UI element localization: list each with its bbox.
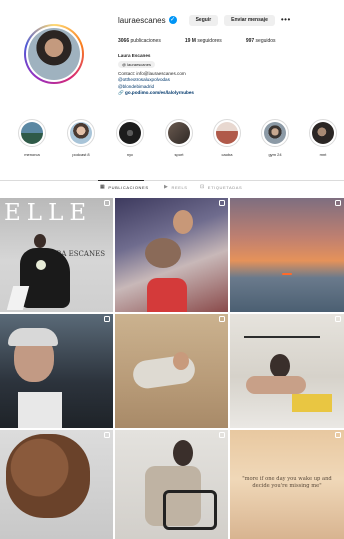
post-tile[interactable] xyxy=(115,314,228,428)
reel-icon xyxy=(335,200,341,206)
tagged-icon: ⊡ xyxy=(200,184,205,190)
bio-link[interactable]: 🔗 go.podimo.com/es/lalolyrnubes xyxy=(118,90,338,96)
reel-icon xyxy=(219,432,225,438)
tabs-divider xyxy=(0,180,344,181)
highlight-nyc[interactable]: nyc xyxy=(115,119,145,157)
tab-tagged[interactable]: ⊡ ETIQUETADAS xyxy=(200,183,242,191)
photo-headscarf xyxy=(8,328,58,346)
profile-stats: 3066 publicaciones 19 M seguidores 997 s… xyxy=(118,38,338,44)
photo-dog xyxy=(6,434,90,518)
follow-button[interactable]: Seguir xyxy=(188,14,219,26)
reel-icon xyxy=(219,200,225,206)
profile-full-name: Laura Escanes xyxy=(118,53,151,58)
highlight-podcast[interactable]: podcast 8 xyxy=(66,119,96,157)
highlight-ring xyxy=(18,119,46,147)
post-tile[interactable] xyxy=(230,198,344,312)
profile-bio: Laura Escanes @ lauraescanes Contact: in… xyxy=(118,53,338,96)
highlight-mnt[interactable]: mnt xyxy=(308,119,338,157)
quote-text: "more if one day you wake up and decide … xyxy=(242,476,332,489)
reel-icon xyxy=(104,316,110,322)
highlight-ring xyxy=(116,119,144,147)
highlight-menorca[interactable]: menorca xyxy=(17,119,47,157)
highlight-cover xyxy=(168,122,190,144)
photo-figure xyxy=(246,376,306,394)
photo-lamp xyxy=(244,336,320,338)
photo-hair xyxy=(145,238,181,268)
post-tile[interactable] xyxy=(115,430,228,539)
photo-face xyxy=(173,210,193,234)
highlight-label: nyc xyxy=(126,152,134,157)
highlight-ring xyxy=(261,119,289,147)
highlight-cover xyxy=(70,122,92,144)
photo-face xyxy=(173,352,189,370)
cover-figure-head xyxy=(34,234,46,248)
highlight-cover xyxy=(119,122,141,144)
highlight-caoba[interactable]: caoba xyxy=(212,119,242,157)
post-tile[interactable]: "more if one day you wake up and decide … xyxy=(230,430,344,539)
reel-icon xyxy=(219,316,225,322)
highlight-ring xyxy=(67,119,95,147)
post-tile[interactable] xyxy=(115,198,228,312)
photo-top xyxy=(147,278,187,312)
highlight-ring xyxy=(309,119,337,147)
following-count[interactable]: 997 seguidos xyxy=(246,38,288,44)
followers-count[interactable]: 19 M seguidores xyxy=(185,38,234,44)
highlight-label: menorca xyxy=(24,152,40,157)
avatar-frame xyxy=(26,26,82,82)
reel-icon xyxy=(335,432,341,438)
profile-avatar-ring[interactable] xyxy=(24,24,84,84)
posts-count: 3066 publicaciones xyxy=(118,38,161,44)
highlight-label: gym 24 xyxy=(268,152,282,157)
message-button[interactable]: Enviar mensaje xyxy=(224,14,275,26)
highlight-ring xyxy=(213,119,241,147)
profile-action-row: lauraescanes ✓ Seguir Enviar mensaje ••• xyxy=(118,13,338,27)
cover-flowers xyxy=(36,260,46,270)
elle-magazine-logo: ELLE xyxy=(4,200,93,226)
active-tab-indicator xyxy=(98,180,144,181)
highlight-cover xyxy=(312,122,334,144)
tab-reels[interactable]: ▶ REELS xyxy=(164,183,188,191)
highlight-label: caoba xyxy=(221,152,233,157)
cover-figure-dress xyxy=(20,248,70,308)
more-options-icon[interactable]: ••• xyxy=(281,15,291,25)
photo-hair xyxy=(173,440,193,466)
highlight-cover xyxy=(264,122,286,144)
profile-username: lauraescanes xyxy=(118,15,166,25)
highlight-label: mnt xyxy=(319,152,327,157)
grid-icon: ▦ xyxy=(100,184,106,190)
highlight-gym[interactable]: gym 24 xyxy=(260,119,290,157)
highlight-label: sport xyxy=(174,152,184,157)
link-icon: 🔗 xyxy=(118,89,124,95)
reel-icon xyxy=(104,432,110,438)
highlight-label: podcast 8 xyxy=(72,152,90,157)
photo-hair xyxy=(270,354,290,378)
highlight-cover xyxy=(21,122,43,144)
profile-info: lauraescanes ✓ Seguir Enviar mensaje •••… xyxy=(118,13,338,96)
highlight-sport[interactable]: sport xyxy=(164,119,194,157)
avatar[interactable] xyxy=(28,28,80,80)
photo-pillow xyxy=(292,394,332,412)
verified-badge-icon: ✓ xyxy=(168,16,177,24)
post-tile[interactable] xyxy=(0,430,113,539)
photo-sun xyxy=(282,273,292,275)
reels-icon: ▶ xyxy=(164,184,169,190)
post-tile[interactable]: ELLE LAURA ESCANES xyxy=(0,198,113,312)
post-tile[interactable] xyxy=(0,314,113,428)
highlight-cover xyxy=(216,122,238,144)
tab-posts[interactable]: ▦ PUBLICACIONES xyxy=(100,183,149,191)
photo-chair xyxy=(163,490,217,530)
reel-icon xyxy=(104,200,110,206)
post-tile[interactable] xyxy=(230,314,344,428)
reel-icon xyxy=(335,316,341,322)
highlight-ring xyxy=(165,119,193,147)
threads-badge[interactable]: @ lauraescanes xyxy=(118,61,155,69)
photo-shirt xyxy=(18,392,62,428)
